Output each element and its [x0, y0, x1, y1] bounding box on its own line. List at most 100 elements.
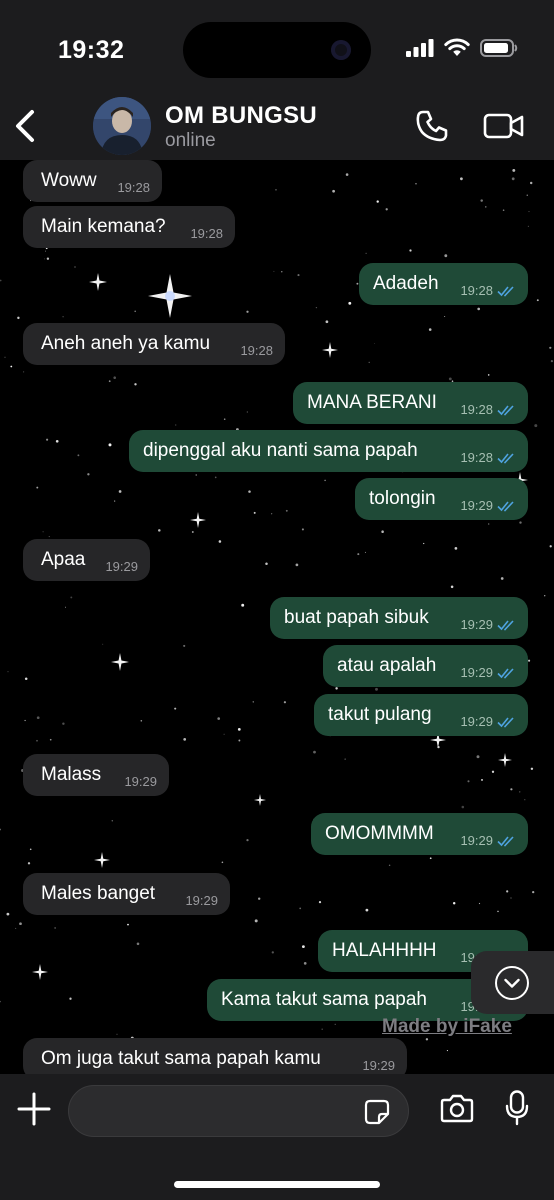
message-text: OMOMMMM [325, 823, 434, 844]
plus-icon[interactable] [17, 1092, 51, 1126]
star [24, 719, 26, 722]
star [285, 509, 288, 512]
star [478, 902, 481, 905]
message-meta: 19:29 [124, 774, 157, 790]
star [491, 770, 495, 773]
message-incoming[interactable]: Aneh aneh ya kamu 19:28 [23, 323, 285, 365]
star [467, 780, 470, 783]
contact-avatar[interactable] [93, 97, 151, 155]
message-meta: 19:28 [460, 450, 516, 466]
message-text: Malass [41, 764, 102, 785]
message-incoming[interactable]: Om juga takut sama papah kamu 19:29 [23, 1038, 407, 1074]
message-time: 19:29 [460, 833, 493, 848]
message-incoming[interactable]: Main kemana? 19:28 [23, 206, 235, 248]
message-outgoing[interactable]: OMOMMMM 19:29 [311, 813, 528, 855]
double-check-icon [497, 717, 514, 728]
phone-icon[interactable] [414, 108, 450, 144]
star [281, 271, 283, 273]
message-incoming[interactable]: Males banget 19:29 [23, 873, 230, 915]
star [506, 890, 509, 893]
star [301, 528, 304, 531]
star [497, 910, 499, 913]
sparkle-star [111, 653, 129, 671]
star [252, 701, 254, 703]
message-text: Main kemana? [41, 216, 166, 237]
message-text: Om juga takut sama papah kamu [41, 1048, 321, 1069]
star [116, 1033, 118, 1035]
message-text: Woww [41, 170, 97, 191]
message-time: 19:28 [190, 226, 223, 241]
star [321, 1028, 323, 1031]
star [15, 927, 17, 929]
message-incoming[interactable]: Malass 19:29 [23, 754, 169, 796]
star [512, 168, 516, 172]
home-indicator[interactable] [174, 1181, 380, 1188]
star [357, 553, 360, 556]
star [301, 945, 305, 949]
star [381, 530, 384, 533]
star [444, 254, 448, 258]
sparkle-star [89, 273, 107, 291]
star [519, 791, 521, 793]
star [485, 206, 487, 208]
star [158, 529, 161, 532]
star [528, 659, 531, 662]
star [246, 310, 249, 313]
video-camera-icon[interactable] [483, 110, 525, 142]
message-outgoing[interactable]: dipenggal aku nanti sama papah 19:28 [129, 430, 528, 472]
star [55, 439, 59, 443]
star [62, 316, 64, 318]
star [241, 603, 245, 607]
star [118, 490, 122, 493]
chat-area[interactable]: Woww 19:28 Main kemana? 19:28 Adadeh 19:… [0, 160, 554, 1074]
star [10, 365, 13, 368]
message-outgoing[interactable]: atau apalah 19:29 [323, 645, 528, 687]
message-text: dipenggal aku nanti sama papah [143, 440, 418, 461]
message-outgoing[interactable]: MANA BERANI 19:28 [293, 382, 528, 424]
message-time: 19:29 [460, 714, 493, 729]
star [511, 177, 515, 181]
message-meta: 19:28 [190, 226, 223, 242]
double-check-icon [497, 620, 514, 631]
message-meta: 19:29 [105, 559, 138, 575]
message-time: 19:28 [460, 450, 493, 465]
star [54, 927, 56, 929]
double-check-icon [497, 836, 514, 847]
message-outgoing[interactable]: Adadeh 19:28 [359, 263, 528, 305]
star [526, 194, 528, 196]
message-input[interactable] [68, 1085, 409, 1137]
message-meta: 19:29 [460, 833, 516, 849]
message-time: 19:29 [460, 665, 493, 680]
star [102, 643, 104, 645]
contact-name[interactable]: OM BUNGSU [165, 102, 317, 130]
star [461, 805, 465, 809]
message-incoming[interactable]: Apaa 19:29 [23, 539, 150, 581]
camera-icon[interactable] [440, 1093, 474, 1123]
sticker-icon[interactable] [364, 1099, 390, 1125]
star [218, 540, 222, 543]
chevron-left-icon[interactable] [12, 106, 40, 146]
star [36, 486, 39, 489]
message-meta: 19:28 [117, 180, 150, 196]
scroll-to-bottom-button[interactable] [471, 951, 554, 1014]
message-outgoing[interactable]: tolongin 19:29 [355, 478, 528, 520]
message-text: Males banget [41, 883, 156, 904]
star [214, 476, 217, 479]
message-text: Adadeh [373, 273, 439, 294]
star [36, 716, 40, 720]
star [532, 890, 535, 894]
message-outgoing[interactable]: takut pulang 19:29 [314, 694, 528, 736]
message-time: 19:28 [460, 402, 493, 417]
message-meta: 19:29 [460, 714, 516, 730]
star [223, 418, 226, 421]
star [65, 606, 66, 608]
star [191, 531, 194, 533]
message-outgoing[interactable]: buat papah sibuk 19:29 [270, 597, 528, 639]
message-incoming[interactable]: Woww 19:28 [23, 160, 162, 202]
star [22, 371, 25, 373]
star [295, 563, 299, 567]
chevron-down-icon [495, 966, 529, 1000]
star [248, 490, 251, 493]
microphone-icon[interactable] [505, 1090, 529, 1126]
star [334, 1023, 336, 1026]
